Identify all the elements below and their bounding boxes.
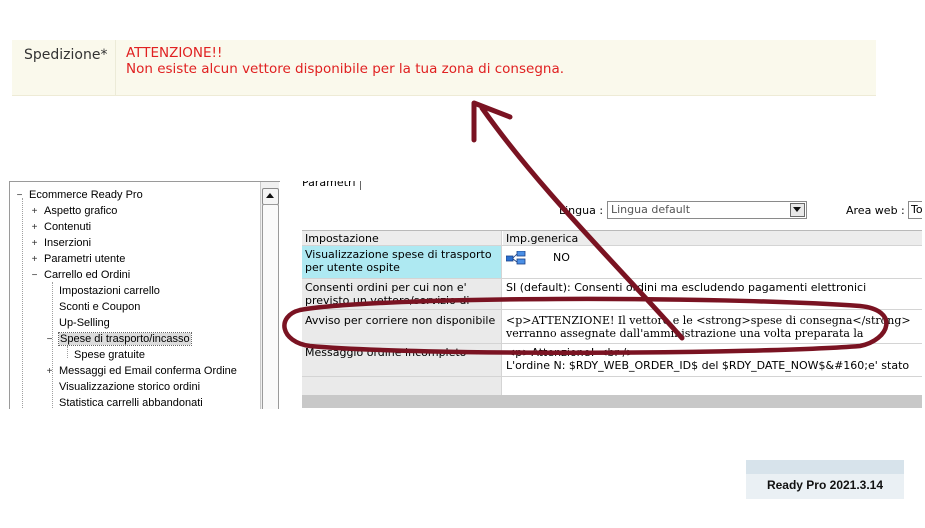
tree-item-contenuti[interactable]: + Contenuti	[29, 220, 92, 235]
table-row[interactable]: Messaggio ordine incompleto <p>Attenzion…	[302, 344, 922, 377]
tree-item-label: Impostazioni carrello	[59, 285, 160, 297]
tree-item-label: Parametri utente	[44, 253, 126, 265]
expand-icon[interactable]: +	[29, 236, 40, 251]
tree-item-label: Sconti e Coupon	[59, 301, 141, 313]
shipping-label: Spedizione*	[24, 47, 108, 63]
tree-item-storico-ordini[interactable]: Visualizzazione storico ordini	[44, 380, 200, 395]
tree-item-aspetto-grafico[interactable]: + Aspetto grafico	[29, 204, 118, 219]
lingua-value: Lingua default	[611, 203, 691, 216]
expand-icon[interactable]: +	[29, 220, 40, 235]
tree-item-ecommerce[interactable]: − Ecommerce Ready Pro	[14, 188, 143, 203]
setting-name: Avviso per corriere non disponibile	[305, 314, 496, 327]
lingua-label: Lingua :	[559, 204, 604, 217]
params-panel: Parametri Lingua : Lingua default Area w…	[302, 181, 922, 408]
tree-scrollbar[interactable]	[260, 182, 279, 409]
setting-name: Consenti ordini per cui non e' previsto …	[305, 281, 470, 309]
tree-item-impostazioni-carrello[interactable]: Impostazioni carrello	[44, 284, 160, 299]
table-row[interactable]: Consenti ordini per cui non e' previsto …	[302, 279, 922, 310]
expand-icon[interactable]: +	[29, 252, 40, 267]
tree-item-sconti-coupon[interactable]: Sconti e Coupon	[44, 300, 140, 315]
tree-item-label: Aspetto grafico	[44, 205, 118, 217]
area-web-label: Area web :	[846, 204, 905, 217]
setting-value-line1: <p>Attenzione! <br />	[506, 346, 636, 359]
expand-icon[interactable]: +	[44, 364, 55, 379]
lingua-select[interactable]: Lingua default	[607, 201, 807, 219]
shipping-warning-text: Non esiste alcun vettore disponibile per…	[126, 61, 565, 77]
tree-item-label: Statistica carrelli abbandonati	[59, 397, 203, 409]
setting-name: Visualizzazione spese di trasporto per u…	[305, 248, 492, 274]
grid-header: Impostazione Imp.generica	[302, 231, 922, 246]
tree-item-spese-trasporto[interactable]: − Spese di trasporto/incasso	[44, 332, 192, 347]
tree-item-label: Visualizzazione storico ordini	[59, 381, 201, 393]
grid-footer-bar	[302, 395, 922, 408]
tree-item-messaggi-email[interactable]: + Messaggi ed Email conferma Ordine	[44, 364, 237, 379]
tree-item-carrello-ordini[interactable]: − Carrello ed Ordini	[29, 268, 131, 283]
scroll-up-button[interactable]	[262, 188, 279, 205]
setting-value-line2: L'ordine N: $RDY_WEB_ORDER_ID$ del $RDY_…	[506, 359, 910, 372]
version-box: Ready Pro 2021.3.14	[746, 460, 904, 499]
setting-value: SI (default): Consenti ordini ma esclude…	[506, 281, 867, 294]
tree-item-label: Ecommerce Ready Pro	[29, 189, 143, 201]
table-row[interactable]: Avviso per corriere non disponibile <p>A…	[302, 310, 922, 344]
tree-item-label: Inserzioni	[44, 237, 92, 249]
collapse-icon[interactable]: −	[29, 268, 40, 283]
area-web-select[interactable]: To	[908, 201, 922, 219]
shipping-warning-title: ATTENZIONE!!	[126, 45, 223, 61]
expand-icon[interactable]: +	[29, 204, 40, 219]
shipping-banner: Spedizione* ATTENZIONE!! Non esiste alcu…	[12, 40, 876, 96]
version-label: Ready Pro 2021.3.14	[766, 478, 884, 492]
tree-item-label: Contenuti	[44, 221, 92, 233]
tab-parametri[interactable]: Parametri	[302, 181, 361, 190]
collapse-icon[interactable]: −	[14, 188, 25, 203]
header-imp-generica: Imp.generica	[506, 232, 579, 245]
setting-value-line1: <p>ATTENZIONE! Il vettore e le <strong>s…	[506, 314, 911, 327]
shipping-warning: ATTENZIONE!! Non esiste alcun vettore di…	[115, 40, 877, 95]
tree-item-label: Up-Selling	[59, 317, 110, 329]
tree-item-carrelli-abbandonati[interactable]: Statistica carrelli abbandonati	[44, 396, 203, 409]
tree-item-label: Messaggi ed Email conferma Ordine	[59, 365, 237, 377]
tree-item-up-selling[interactable]: Up-Selling	[44, 316, 110, 331]
tree-item-label: Carrello ed Ordini	[44, 269, 131, 281]
toggle-icon[interactable]	[506, 251, 526, 265]
settings-grid: Impostazione Imp.generica Visualizzazion…	[302, 230, 922, 396]
tree-item-label: Spese gratuite	[74, 349, 145, 361]
tree-item-spese-gratuite[interactable]: Spese gratuite	[59, 348, 145, 363]
table-row-empty	[302, 377, 922, 396]
setting-value-line2: verranno assegnate dall'amministrazione …	[506, 327, 864, 340]
header-impostazione: Impostazione	[305, 232, 379, 245]
annotation-arrow-head	[471, 100, 513, 143]
table-row[interactable]: Visualizzazione spese di trasporto per u…	[302, 246, 922, 279]
setting-value: NO	[553, 251, 570, 264]
settings-tree[interactable]: − Ecommerce Ready Pro + Aspetto grafico + C…	[9, 181, 280, 409]
collapse-icon[interactable]: −	[44, 332, 55, 347]
tree-item-inserzioni[interactable]: + Inserzioni	[29, 236, 92, 251]
setting-name: Messaggio ordine incompleto	[305, 346, 467, 359]
tree-item-label: Spese di trasporto/incasso	[58, 332, 192, 346]
tree-item-parametri-utente[interactable]: + Parametri utente	[29, 252, 126, 267]
scroll-thumb[interactable]	[262, 204, 279, 409]
chevron-down-icon[interactable]	[790, 203, 805, 217]
area-web-value: To	[911, 203, 922, 216]
